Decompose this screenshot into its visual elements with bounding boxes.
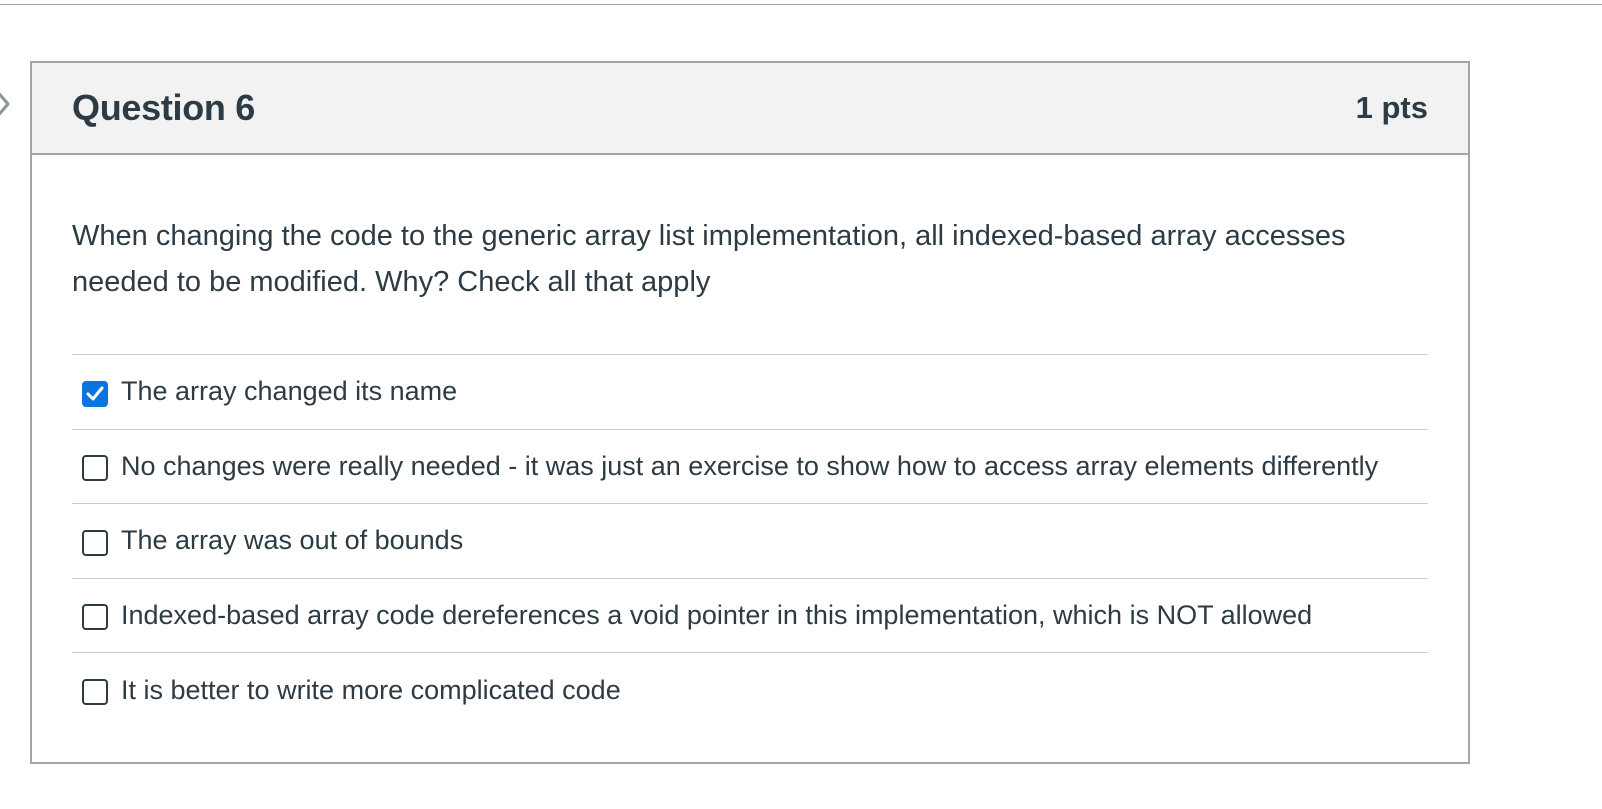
answer-checkbox[interactable] (82, 604, 108, 631)
question-card: Question 6 1 pts When changing the code … (30, 61, 1470, 764)
answer-label[interactable]: The array changed its name (121, 376, 457, 407)
answer-option[interactable]: No changes were really needed - it was j… (72, 430, 1428, 504)
chevron-right-icon[interactable] (0, 86, 16, 122)
answer-option[interactable]: Indexed-based array code dereferences a … (72, 579, 1428, 653)
answer-checkbox[interactable] (82, 380, 108, 407)
answer-label[interactable]: Indexed-based array code dereferences a … (121, 600, 1312, 631)
answer-checkbox[interactable] (82, 455, 108, 482)
question-header: Question 6 1 pts (32, 63, 1468, 155)
top-divider (0, 4, 1602, 5)
answer-label[interactable]: It is better to write more complicated c… (121, 675, 621, 706)
answer-option[interactable]: The array changed its name (72, 355, 1428, 430)
checkmark-icon (86, 386, 104, 401)
question-title: Question 6 (72, 87, 256, 128)
answer-label[interactable]: No changes were really needed - it was j… (121, 451, 1378, 482)
answer-checkbox[interactable] (82, 679, 108, 706)
question-points: 1 pts (1355, 90, 1428, 125)
answer-label[interactable]: The array was out of bounds (121, 525, 463, 556)
answer-option[interactable]: The array was out of bounds (72, 504, 1428, 579)
answer-option[interactable]: It is better to write more complicated c… (72, 653, 1428, 728)
answer-list: The array changed its name No changes we… (72, 354, 1428, 728)
question-text: When changing the code to the generic ar… (72, 220, 1346, 298)
question-body: When changing the code to the generic ar… (32, 155, 1468, 728)
answer-checkbox[interactable] (82, 529, 108, 556)
